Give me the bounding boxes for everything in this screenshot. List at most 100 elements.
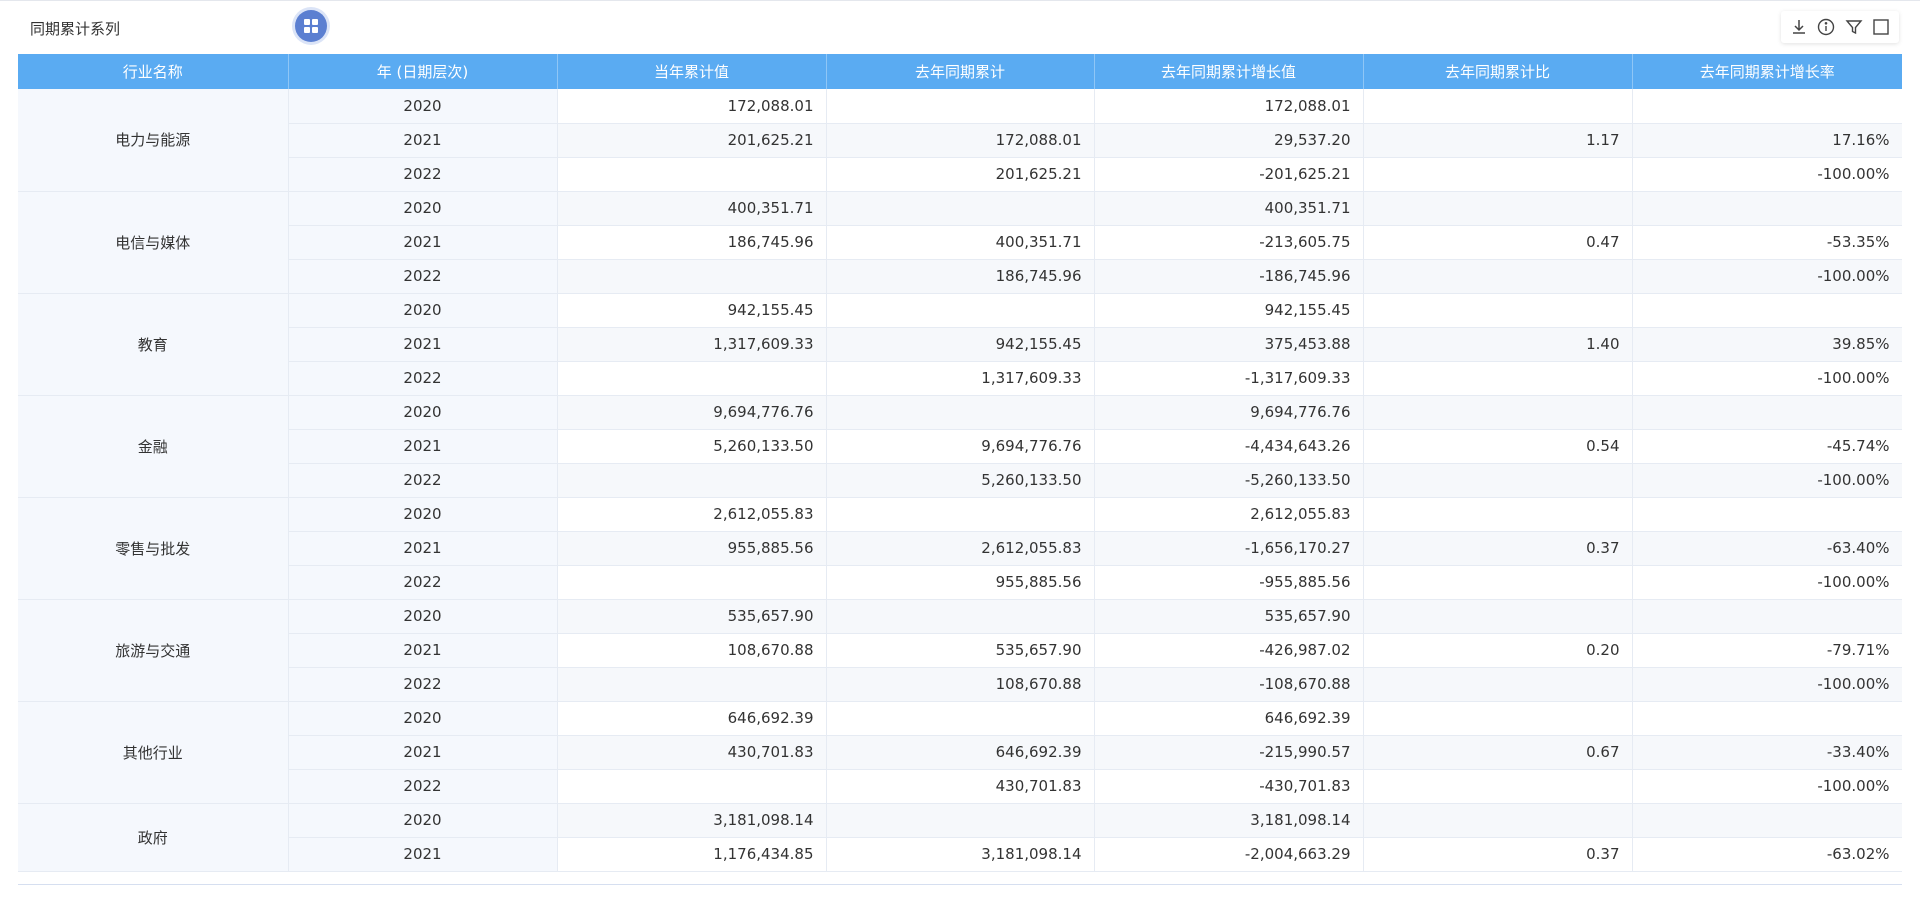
data-table: 行业名称 年 (日期层次) 当年累计值 去年同期累计 去年同期累计增长值 去年同…	[18, 54, 1902, 872]
growth-rate-cell	[1632, 701, 1902, 736]
header-year[interactable]: 年 (日期层次)	[288, 54, 558, 89]
growth-rate-cell	[1632, 395, 1902, 430]
year-cell: 2021	[288, 429, 558, 464]
growth-value-cell: 9,694,776.76	[1094, 395, 1364, 430]
header-ratio[interactable]: 去年同期累计比	[1363, 54, 1633, 89]
growth-rate-cell	[1632, 89, 1902, 124]
current-ytd-cell: 2,612,055.83	[557, 497, 827, 532]
growth-value-cell: -426,987.02	[1094, 633, 1364, 668]
current-ytd-cell	[557, 667, 827, 702]
ratio-cell	[1363, 293, 1633, 328]
growth-value-cell: -2,004,663.29	[1094, 837, 1364, 872]
growth-rate-cell: -100.00%	[1632, 667, 1902, 702]
last-year-ytd-cell	[826, 191, 1095, 226]
ratio-cell	[1363, 157, 1633, 192]
growth-value-cell: 3,181,098.14	[1094, 803, 1364, 838]
table-row: 电力与能源 2020 172,088.01 172,088.01	[18, 89, 1902, 192]
growth-value-cell: -1,317,609.33	[1094, 361, 1364, 396]
growth-rate-cell: -53.35%	[1632, 225, 1902, 260]
last-year-ytd-cell: 430,701.83	[826, 769, 1095, 804]
current-ytd-cell: 942,155.45	[557, 293, 827, 328]
growth-value-cell: -4,434,643.26	[1094, 429, 1364, 464]
current-ytd-cell: 1,176,434.85	[557, 837, 827, 872]
current-ytd-cell: 9,694,776.76	[557, 395, 827, 430]
year-cell: 2021	[288, 837, 558, 872]
growth-value-cell: 535,657.90	[1094, 599, 1364, 634]
last-year-ytd-cell: 108,670.88	[826, 667, 1095, 702]
year-cell: 2021	[288, 327, 558, 362]
year-cell: 2020	[288, 599, 558, 634]
growth-rate-cell	[1632, 497, 1902, 532]
industry-cell: 教育	[18, 293, 289, 396]
current-ytd-cell: 5,260,133.50	[557, 429, 827, 464]
table-row: 2022 186,745.96 -186,745.96 -100.00%	[18, 259, 1902, 294]
current-ytd-cell: 186,745.96	[557, 225, 827, 260]
ratio-cell: 0.37	[1363, 837, 1633, 872]
growth-value-cell: 172,088.01	[1094, 89, 1364, 124]
header-industry[interactable]: 行业名称	[18, 54, 289, 89]
year-cell: 2021	[288, 225, 558, 260]
growth-rate-cell: -45.74%	[1632, 429, 1902, 464]
last-year-ytd-cell: 2,612,055.83	[826, 531, 1095, 566]
year-cell: 2022	[288, 565, 558, 600]
filter-icon[interactable]	[1843, 16, 1865, 38]
header-growth-value[interactable]: 去年同期累计增长值	[1094, 54, 1364, 89]
ratio-cell: 0.67	[1363, 735, 1633, 770]
ratio-cell: 0.37	[1363, 531, 1633, 566]
header-current-ytd[interactable]: 当年累计值	[557, 54, 827, 89]
growth-value-cell: 29,537.20	[1094, 123, 1364, 158]
growth-value-cell: -5,260,133.50	[1094, 463, 1364, 498]
current-ytd-cell: 400,351.71	[557, 191, 827, 226]
growth-rate-cell: -63.02%	[1632, 837, 1902, 872]
industry-cell: 电力与能源	[18, 89, 289, 192]
ratio-cell	[1363, 497, 1633, 532]
header-last-year-ytd[interactable]: 去年同期累计	[826, 54, 1095, 89]
year-cell: 2022	[288, 259, 558, 294]
grid-layout-button[interactable]	[295, 10, 327, 42]
industry-cell: 零售与批发	[18, 497, 289, 600]
current-ytd-cell	[557, 769, 827, 804]
year-cell: 2020	[288, 497, 558, 532]
current-ytd-cell: 108,670.88	[557, 633, 827, 668]
current-ytd-cell: 172,088.01	[557, 89, 827, 124]
growth-value-cell: -430,701.83	[1094, 769, 1364, 804]
last-year-ytd-cell: 201,625.21	[826, 157, 1095, 192]
industry-cell: 电信与媒体	[18, 191, 289, 294]
growth-rate-cell: -100.00%	[1632, 565, 1902, 600]
table-row: 2022 1,317,609.33 -1,317,609.33 -100.00%	[18, 361, 1902, 396]
growth-rate-cell: -100.00%	[1632, 259, 1902, 294]
ratio-cell	[1363, 463, 1633, 498]
growth-rate-cell	[1632, 803, 1902, 838]
fullscreen-icon[interactable]	[1870, 16, 1892, 38]
header-growth-rate[interactable]: 去年同期累计增长率	[1632, 54, 1902, 89]
current-ytd-cell: 955,885.56	[557, 531, 827, 566]
ratio-cell: 0.54	[1363, 429, 1633, 464]
growth-rate-cell: -100.00%	[1632, 769, 1902, 804]
year-cell: 2021	[288, 123, 558, 158]
year-cell: 2022	[288, 157, 558, 192]
table-row: 2021 430,701.83 646,692.39 -215,990.57 0.67-…	[18, 735, 1902, 770]
table-row: 2021 201,625.21 172,088.01 29,537.20 1.17 17.…	[18, 123, 1902, 158]
current-ytd-cell: 535,657.90	[557, 599, 827, 634]
current-ytd-cell: 646,692.39	[557, 701, 827, 736]
growth-rate-cell: -63.40%	[1632, 531, 1902, 566]
growth-rate-cell	[1632, 599, 1902, 634]
last-year-ytd-cell	[826, 293, 1095, 328]
growth-rate-cell: -100.00%	[1632, 361, 1902, 396]
chart-toolbar	[1781, 11, 1899, 43]
ratio-cell	[1363, 599, 1633, 634]
data-table-container[interactable]: 行业名称 年 (日期层次) 当年累计值 去年同期累计 去年同期累计增长值 去年同…	[18, 54, 1902, 885]
growth-value-cell: -201,625.21	[1094, 157, 1364, 192]
growth-value-cell: -1,656,170.27	[1094, 531, 1364, 566]
info-icon[interactable]	[1815, 16, 1837, 38]
ratio-cell	[1363, 565, 1633, 600]
growth-rate-cell: -33.40%	[1632, 735, 1902, 770]
industry-cell: 金融	[18, 395, 289, 498]
ratio-cell	[1363, 667, 1633, 702]
industry-cell: 政府	[18, 803, 289, 872]
growth-value-cell: -213,605.75	[1094, 225, 1364, 260]
last-year-ytd-cell	[826, 497, 1095, 532]
year-cell: 2022	[288, 667, 558, 702]
download-icon[interactable]	[1788, 16, 1810, 38]
growth-value-cell: 646,692.39	[1094, 701, 1364, 736]
